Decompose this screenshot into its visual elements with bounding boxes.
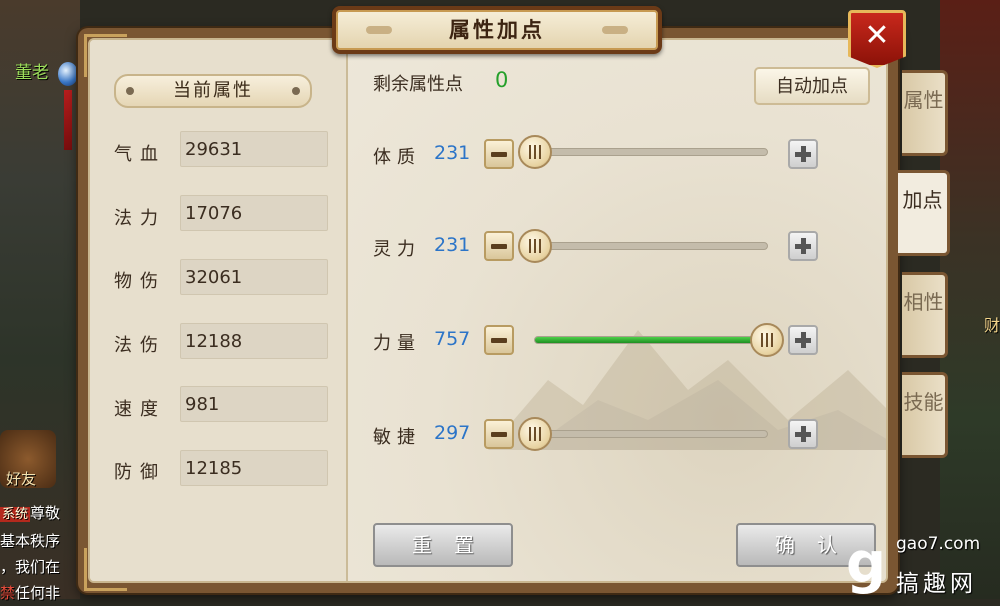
tab-label: 相性 <box>903 290 944 314</box>
chat-line: 禁任何非 <box>0 584 61 602</box>
stat-value: 29631 <box>180 131 328 167</box>
stat-value: 12185 <box>180 450 328 486</box>
chat-log: 系统 尊敬 基本秩序 ，我们在 禁任何非 <box>0 500 78 606</box>
chat-line: ，我们在 <box>0 558 61 576</box>
stat-value: 981 <box>180 386 328 422</box>
current-attrs-header: 当前属性 <box>114 74 312 108</box>
attr-value: 231 <box>434 234 471 256</box>
attr-label: 灵力 <box>373 239 421 260</box>
remaining-points-label: 剩余属性点 <box>373 74 463 95</box>
tassel-icon <box>64 90 72 150</box>
watermark-site: gao7.com <box>896 534 981 554</box>
tab-label: 属性 <box>903 88 944 112</box>
panel-body <box>88 38 888 583</box>
slider-thumb[interactable] <box>750 323 784 357</box>
slider-thumb[interactable] <box>518 135 552 169</box>
attribute-panel <box>78 28 898 593</box>
stat-value: 17076 <box>180 195 328 231</box>
increase-button[interactable] <box>788 139 818 169</box>
attr-label: 力量 <box>373 333 421 354</box>
tab-label: 技能 <box>903 390 944 414</box>
cloud-deco-icon <box>366 26 392 34</box>
attr-slider[interactable] <box>518 417 768 451</box>
cloud-deco-icon <box>602 26 628 34</box>
decrease-button[interactable] <box>484 139 514 169</box>
chat-line: 基本秩序 <box>0 532 61 550</box>
increase-button[interactable] <box>788 419 818 449</box>
stat-label: 物伤 <box>114 271 166 292</box>
attr-value: 231 <box>434 142 471 164</box>
watermark-name: 搞趣网 <box>896 571 977 597</box>
increase-button[interactable] <box>788 325 818 355</box>
close-button[interactable]: ✕ <box>848 10 906 68</box>
attr-slider[interactable] <box>534 323 784 357</box>
attr-value: 297 <box>434 422 471 444</box>
slider-thumb[interactable] <box>518 417 552 451</box>
npc-name-label: 董老 <box>15 63 49 83</box>
tab-label: 加点 <box>902 188 943 212</box>
attr-label: 敏捷 <box>373 427 421 448</box>
attr-slider[interactable] <box>518 135 768 169</box>
slider-thumb[interactable] <box>518 229 552 263</box>
watermark-logo: g <box>846 531 887 596</box>
orb-icon <box>58 62 78 86</box>
decrease-button[interactable] <box>484 325 514 355</box>
corner-ornament <box>84 34 127 77</box>
dot-icon <box>292 87 300 95</box>
decrease-button[interactable] <box>484 231 514 261</box>
chat-tag: 系统 <box>0 507 31 522</box>
decrease-button[interactable] <box>484 419 514 449</box>
stat-label: 速度 <box>114 399 166 420</box>
stat-label: 法力 <box>114 208 166 229</box>
current-attrs-column <box>90 40 348 581</box>
tab-skills[interactable]: 技能 <box>902 372 948 458</box>
npc-name-right: 财 <box>983 316 1000 335</box>
tab-attributes[interactable]: 属性 <box>902 70 948 156</box>
tab-add-points[interactable]: 加点 <box>898 170 950 256</box>
panel-title: 属性加点 <box>332 6 662 54</box>
reset-button[interactable]: 重置 <box>373 523 513 567</box>
stat-value: 32061 <box>180 259 328 295</box>
auto-allocate-button[interactable]: 自动加点 <box>754 67 870 105</box>
stat-label: 防御 <box>114 462 166 483</box>
increase-button[interactable] <box>788 231 818 261</box>
stat-label: 气血 <box>114 144 166 165</box>
dot-icon <box>126 87 134 95</box>
remaining-points-value: 0 <box>495 68 509 92</box>
stat-label: 法伤 <box>114 335 166 356</box>
points-column <box>348 40 886 581</box>
tab-affinity[interactable]: 相性 <box>902 272 948 358</box>
attr-value: 757 <box>434 328 471 350</box>
stat-value: 12188 <box>180 323 328 359</box>
chat-line: 系统 尊敬 <box>0 504 61 522</box>
slider-fill <box>535 337 767 343</box>
corner-ornament <box>84 548 127 591</box>
game-world-right <box>940 0 1000 599</box>
attr-slider[interactable] <box>518 229 768 263</box>
friend-label: 好友 <box>6 470 37 488</box>
attr-label: 体质 <box>373 147 421 168</box>
